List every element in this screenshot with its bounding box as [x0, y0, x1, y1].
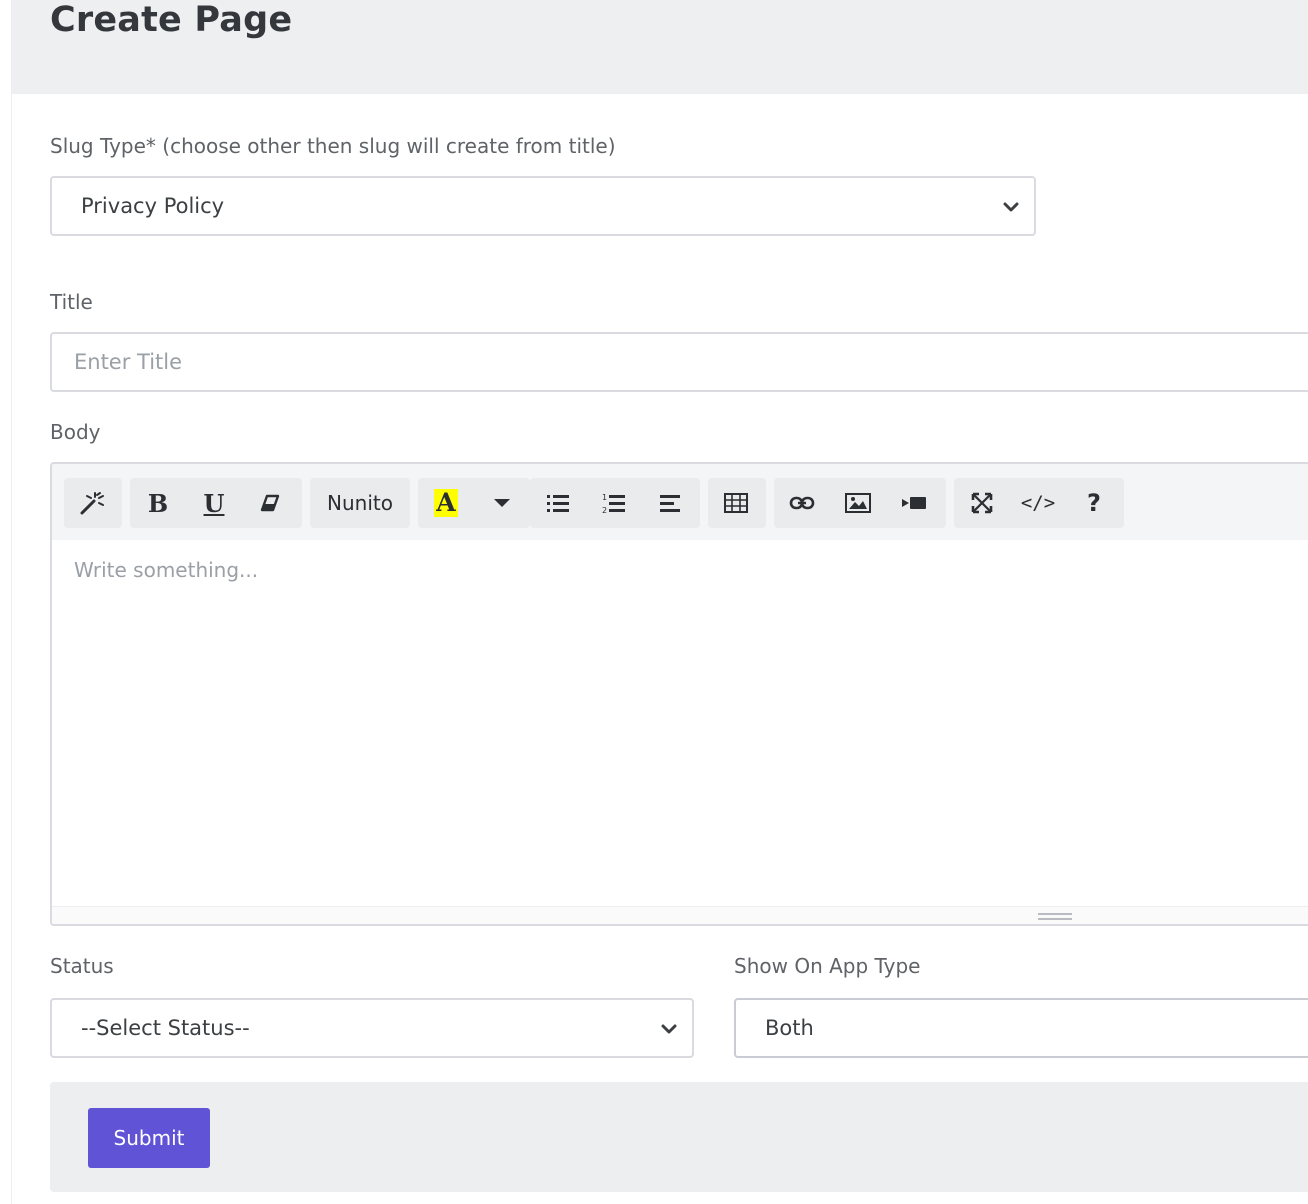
chevron-down-icon: [1003, 202, 1019, 212]
slug-type-value: Privacy Policy: [81, 194, 225, 218]
status-select[interactable]: --Select Status--: [50, 998, 694, 1058]
table-icon[interactable]: [708, 478, 764, 528]
editor-toolbar: B U Nunito A 1 2 </> ?: [52, 464, 1308, 540]
title-input[interactable]: Enter Title: [50, 332, 1308, 392]
highlight-a: A: [434, 488, 458, 517]
code-view-button[interactable]: </>: [1010, 478, 1066, 528]
color-dropdown-icon[interactable]: [474, 478, 530, 528]
slug-type-select[interactable]: Privacy Policy: [50, 176, 1036, 236]
app-type-value: Both: [765, 1016, 814, 1040]
editor-statusbar: [52, 906, 1308, 924]
resize-handle[interactable]: [1038, 913, 1072, 920]
bold-button[interactable]: B: [130, 478, 186, 528]
title-label: Title: [50, 290, 93, 314]
picture-icon[interactable]: [830, 478, 886, 528]
body-label: Body: [50, 420, 101, 444]
page-header: Create Page: [12, 0, 1308, 94]
body-editor: B U Nunito A 1 2 </> ? Write something..…: [50, 462, 1308, 926]
app-type-label: Show On App Type: [734, 954, 921, 978]
editor-placeholder: Write something...: [74, 558, 259, 582]
video-icon[interactable]: [886, 478, 942, 528]
format-group: B U: [130, 478, 302, 528]
paragraph-group: 1 2: [530, 478, 700, 528]
insert-group: [774, 478, 946, 528]
title-placeholder: Enter Title: [74, 350, 183, 374]
style-group: [64, 478, 122, 528]
misc-group: </> ?: [954, 478, 1124, 528]
font-group: Nunito: [310, 478, 410, 528]
align-icon[interactable]: [642, 478, 698, 528]
svg-text:2: 2: [602, 506, 607, 514]
ordered-list-icon[interactable]: 1 2: [586, 478, 642, 528]
app-type-select[interactable]: Both: [734, 998, 1308, 1058]
unordered-list-icon[interactable]: [530, 478, 586, 528]
slug-type-label: Slug Type* (choose other then slug will …: [50, 134, 616, 158]
submit-button[interactable]: Submit: [88, 1108, 210, 1168]
font-name-button[interactable]: Nunito: [310, 478, 410, 528]
status-value: --Select Status--: [81, 1016, 250, 1040]
magic-wand-icon[interactable]: [64, 478, 120, 528]
editor-content[interactable]: Write something...: [52, 540, 1308, 910]
underline-button[interactable]: U: [186, 478, 242, 528]
form-card: Slug Type* (choose other then slug will …: [12, 94, 1308, 1204]
chevron-down-icon: [661, 1024, 677, 1034]
eraser-icon[interactable]: [242, 478, 298, 528]
text-color-button[interactable]: A: [418, 478, 474, 528]
form-footer: Submit: [50, 1082, 1308, 1192]
left-sidebar-edge: [0, 0, 12, 1204]
color-group: A: [418, 478, 530, 528]
fullscreen-icon[interactable]: [954, 478, 1010, 528]
svg-text:1: 1: [602, 493, 607, 502]
help-button[interactable]: ?: [1066, 478, 1122, 528]
link-icon[interactable]: [774, 478, 830, 528]
page-title: Create Page: [50, 0, 293, 40]
status-label: Status: [50, 954, 114, 978]
table-group: [708, 478, 766, 528]
